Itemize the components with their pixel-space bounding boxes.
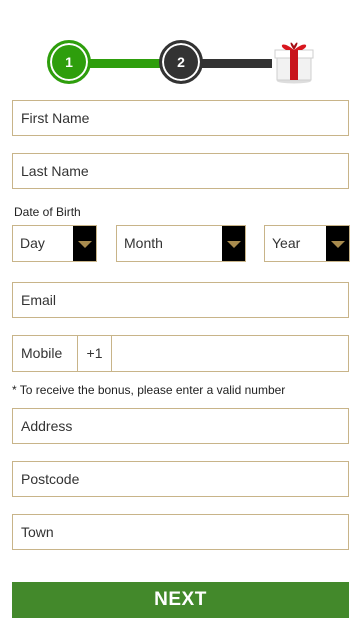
mobile-input[interactable] bbox=[112, 336, 348, 371]
chevron-down-icon bbox=[326, 226, 349, 261]
postcode-placeholder: Postcode bbox=[21, 471, 80, 487]
chevron-down-icon bbox=[222, 226, 245, 261]
mobile-country-code: +1 bbox=[78, 336, 112, 371]
year-placeholder: Year bbox=[272, 235, 301, 251]
town-field[interactable]: Town bbox=[12, 514, 349, 550]
month-select[interactable]: Month bbox=[116, 225, 246, 262]
day-select[interactable]: Day bbox=[12, 225, 97, 262]
postcode-field[interactable]: Postcode bbox=[12, 461, 349, 497]
first-name-field[interactable]: First Name bbox=[12, 100, 349, 136]
year-select[interactable]: Year bbox=[264, 225, 350, 262]
address-field[interactable]: Address bbox=[12, 408, 349, 444]
dob-label: Date of Birth bbox=[14, 205, 81, 219]
progress-line-complete bbox=[88, 59, 164, 68]
last-name-placeholder: Last Name bbox=[21, 163, 89, 179]
mobile-label: Mobile bbox=[13, 336, 78, 371]
email-field[interactable]: Email bbox=[12, 282, 349, 318]
step-2-label: 2 bbox=[177, 54, 185, 70]
step-2-indicator: 2 bbox=[159, 40, 203, 84]
progress-line-pending bbox=[200, 59, 272, 68]
first-name-placeholder: First Name bbox=[21, 110, 90, 126]
email-placeholder: Email bbox=[21, 292, 57, 308]
gift-icon bbox=[274, 38, 314, 84]
last-name-field[interactable]: Last Name bbox=[12, 153, 349, 189]
day-placeholder: Day bbox=[20, 235, 45, 251]
mobile-bonus-note: * To receive the bonus, please enter a v… bbox=[12, 383, 286, 397]
step-1-label: 1 bbox=[65, 54, 73, 70]
month-placeholder: Month bbox=[124, 235, 163, 251]
town-placeholder: Town bbox=[21, 524, 54, 540]
next-button[interactable]: NEXT bbox=[12, 582, 349, 618]
chevron-down-icon bbox=[73, 226, 96, 261]
progress-stepper: 1 2 bbox=[0, 36, 360, 88]
address-placeholder: Address bbox=[21, 418, 73, 434]
mobile-field-group: Mobile +1 bbox=[12, 335, 349, 372]
step-1-indicator: 1 bbox=[47, 40, 91, 84]
